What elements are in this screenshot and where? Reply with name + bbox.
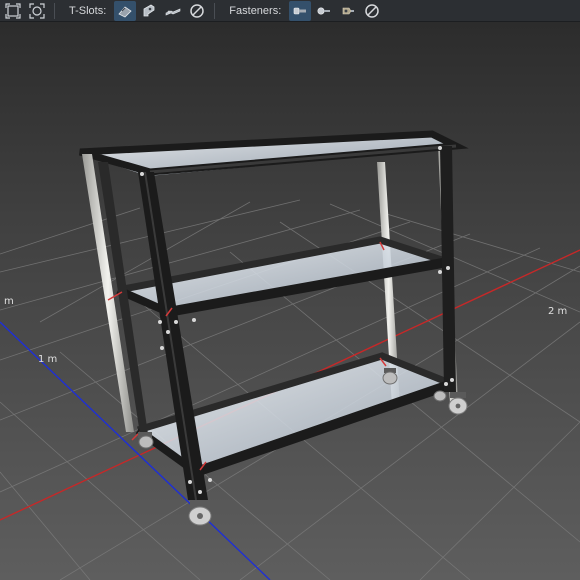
tslots-label: T-Slots: xyxy=(69,4,107,17)
fastener-tool-screw[interactable] xyxy=(313,1,335,21)
fastener-none-icon xyxy=(365,3,380,18)
fastener-tool-none[interactable] xyxy=(361,1,383,21)
viewport-background xyxy=(0,22,580,580)
axis-label-2m: 2 m xyxy=(548,306,567,317)
toolbar-separator xyxy=(214,2,216,19)
view-tool-1[interactable] xyxy=(2,1,24,21)
tslot-tool-none[interactable] xyxy=(186,1,208,21)
tslot-tool-bracket[interactable] xyxy=(138,1,160,21)
fastener-tool-bolt[interactable] xyxy=(289,0,312,21)
caster-left xyxy=(138,432,154,449)
tslot-bracket-icon xyxy=(143,4,155,16)
tslot-profile-icon xyxy=(118,5,132,17)
zoom-extents-icon xyxy=(29,2,45,19)
axis-label-neg: m xyxy=(4,296,14,307)
caster-right xyxy=(448,392,468,415)
screw-icon xyxy=(317,7,331,15)
toolbar-separator xyxy=(54,2,55,19)
bolt-icon xyxy=(293,7,307,14)
tslot-none-icon xyxy=(190,3,205,18)
scene-canvas: m 1 m 2 m xyxy=(0,22,580,580)
caster-front xyxy=(188,500,212,526)
fit-view-icon xyxy=(5,2,21,19)
nut-icon xyxy=(342,7,355,14)
top-toolbar: T-Slots: Fasteners: xyxy=(0,0,580,22)
axis-label-1m: 1 m xyxy=(38,354,57,365)
tslot-tool-profile[interactable] xyxy=(114,0,137,21)
fastener-tool-nut[interactable] xyxy=(337,1,359,21)
view-tool-2[interactable] xyxy=(26,1,48,21)
3d-viewport[interactable]: m 1 m 2 m xyxy=(0,22,580,580)
tslot-connector-icon xyxy=(165,8,181,15)
tslot-tool-connector[interactable] xyxy=(162,1,184,21)
fasteners-label: Fasteners: xyxy=(229,4,282,17)
